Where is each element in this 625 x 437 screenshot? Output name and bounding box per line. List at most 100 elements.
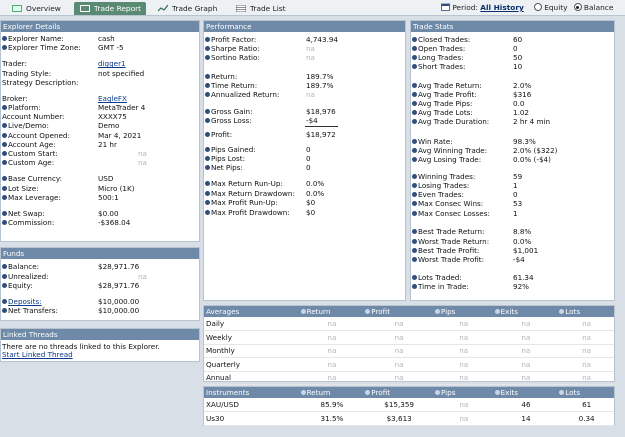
instruments-cell: na — [432, 411, 493, 426]
equity-label-text: Equity: — [8, 281, 33, 290]
max-return-run-up-row: Max Return Run-Up: 0.0% — [205, 179, 401, 188]
long-trades-value: 50 — [513, 53, 523, 62]
instruments-header-lots[interactable]: Lots — [557, 387, 614, 398]
sortino-ratio-label: Sortino Ratio: — [205, 53, 260, 62]
explorer-time-zone-row: Explorer Time Zone: GMT -5 — [2, 43, 198, 52]
averages-header-return[interactable]: Return — [298, 306, 364, 317]
period-selector: Period: All History Equity Balance — [441, 3, 613, 12]
account-number-label-text: Account Number: — [2, 112, 65, 121]
info-icon — [412, 248, 417, 253]
tab-trade-graph[interactable]: Trade Graph — [152, 2, 218, 15]
averages-header-pips[interactable]: Pips — [432, 306, 493, 317]
account-opened-value: Mar 4, 2021 — [98, 131, 142, 140]
sort-icon — [365, 309, 371, 314]
balance-radio[interactable]: Balance — [573, 3, 613, 12]
account-number-label: Account Number: — [2, 112, 64, 121]
balance-label: Balance: — [2, 262, 39, 271]
performance-header: Performance — [204, 21, 405, 32]
net-pips-row: Net Pips: 0 — [205, 163, 401, 172]
worst-trade-return-label-text: Worst Trade Return: — [418, 237, 490, 246]
balance-label-text: Balance: — [8, 262, 40, 271]
start-linked-thread-link[interactable]: Start Linked Thread — [2, 350, 73, 359]
averages-cell: na — [432, 344, 493, 358]
averages-header-profit[interactable]: Profit — [363, 306, 433, 317]
linked-threads-header: Linked Threads — [1, 329, 199, 340]
gross-gain-label-text: Gross Gain: — [211, 107, 253, 116]
instruments-header-label: Exits — [500, 388, 518, 397]
max-profit-run-up-label: Max Profit Run-Up: — [205, 198, 278, 207]
sort-icon — [494, 390, 500, 395]
strategy-description-label-text: Strategy Description: — [2, 78, 79, 87]
averages-cell: na — [363, 317, 433, 331]
instruments-cell: 0.34 — [557, 411, 614, 426]
pips-gained-row: Pips Gained: 0 — [205, 145, 401, 154]
equity-radio[interactable]: Equity — [534, 3, 568, 12]
instruments-cell: 14 — [492, 411, 558, 426]
avg-trade-duration-label-text: Avg Trade Duration: — [418, 117, 490, 126]
time-in-trade-row: Time in Trade: 92% — [412, 282, 612, 291]
long-trades-label: Long Trades: — [412, 53, 464, 62]
worst-trade-profit-row: Worst Trade Profit: -$4 — [412, 255, 612, 264]
averages-header-exits[interactable]: Exits — [492, 306, 558, 317]
avg-trade-return-row: Avg Trade Return: 2.0% — [412, 81, 612, 90]
lots-traded-value: 61.34 — [513, 273, 534, 282]
avg-trade-duration-value: 2 hr 4 min — [513, 117, 551, 126]
strategy-description-label: Strategy Description: — [2, 78, 78, 87]
info-icon — [412, 148, 417, 153]
custom-age-value: na — [138, 158, 147, 167]
pips-lost-value: 0 — [306, 154, 311, 163]
tab-trade-report[interactable]: Trade Report — [74, 2, 146, 15]
best-trade-return-row: Best Trade Return: 8.8% — [412, 227, 612, 236]
max-return-run-up-label-text: Max Return Run-Up: — [211, 179, 283, 188]
tab-overview[interactable]: Overview — [6, 2, 68, 15]
gross-loss-label: Gross Loss: — [205, 116, 252, 125]
instruments-header-pips[interactable]: Pips — [432, 387, 493, 398]
closed-trades-value: 60 — [513, 35, 523, 44]
annualized-return-label-text: Annualized Return: — [211, 90, 280, 99]
info-icon — [2, 133, 7, 138]
broker-value[interactable]: EagleFX — [98, 94, 127, 103]
info-icon — [2, 36, 7, 41]
trading-style-label: Trading Style: — [2, 69, 51, 78]
instruments-cell: 85.9% — [298, 398, 364, 412]
info-icon — [205, 46, 210, 51]
info-icon — [205, 156, 210, 161]
tab-trade-list[interactable]: Trade List — [230, 2, 292, 15]
trader-row: Trader: digger1 — [2, 59, 198, 68]
live-demo-label-text: Live/Demo: — [8, 121, 49, 130]
explorer-name-value: cash — [98, 34, 115, 43]
period-dropdown[interactable]: All History — [480, 3, 524, 12]
avg-trade-duration-row: Avg Trade Duration: 2 hr 4 min — [412, 117, 612, 126]
max-profit-drawdown-row: Max Profit Drawdown: $0 — [205, 208, 401, 217]
averages-cell: na — [363, 330, 433, 345]
avg-winning-trade-value: 2.0% ($322) — [513, 146, 558, 155]
instruments-table: Instruments Return Profit Pips Exits Lots XAU… — [204, 387, 614, 426]
averages-header-lots[interactable]: Lots — [557, 306, 614, 317]
closed-trades-row: Closed Trades: 60 — [412, 35, 612, 44]
open-trades-value: 0 — [513, 44, 518, 53]
net-swap-value: $0.00 — [98, 209, 119, 218]
tab-trade-graph-label: Trade Graph — [172, 4, 218, 13]
avg-trade-duration-label: Avg Trade Duration: — [412, 117, 489, 126]
lot-size-row: Lot Size: Micro (1K) — [2, 184, 198, 193]
instruments-header-profit[interactable]: Profit — [363, 387, 433, 398]
instruments-row-label: Us30 — [204, 411, 299, 426]
instruments-header-return[interactable]: Return — [298, 387, 364, 398]
info-icon — [412, 201, 417, 206]
short-trades-label: Short Trades: — [412, 62, 465, 71]
max-return-run-up-value: 0.0% — [306, 179, 325, 188]
equity-value: $28,971.76 — [98, 281, 140, 290]
instruments-header-exits[interactable]: Exits — [492, 387, 558, 398]
unrealized-value: na — [138, 272, 147, 281]
trader-value[interactable]: digger1 — [98, 59, 126, 68]
deposits-label[interactable]: Deposits: — [2, 297, 42, 306]
live-demo-value: Demo — [98, 121, 120, 130]
base-currency-label-text: Base Currency: — [8, 174, 63, 183]
profit-factor-label-text: Profit Factor: — [211, 35, 257, 44]
time-in-trade-label: Time in Trade: — [412, 282, 469, 291]
trade-stats-header: Trade Stats — [411, 21, 614, 32]
avg-trade-profit-label: Avg Trade Profit: — [412, 90, 477, 99]
max-leverage-label-text: Max Leverage: — [8, 193, 61, 202]
net-transfers-label-text: Net Transfers: — [8, 306, 58, 315]
live-demo-row: Live/Demo: Demo — [2, 121, 198, 130]
